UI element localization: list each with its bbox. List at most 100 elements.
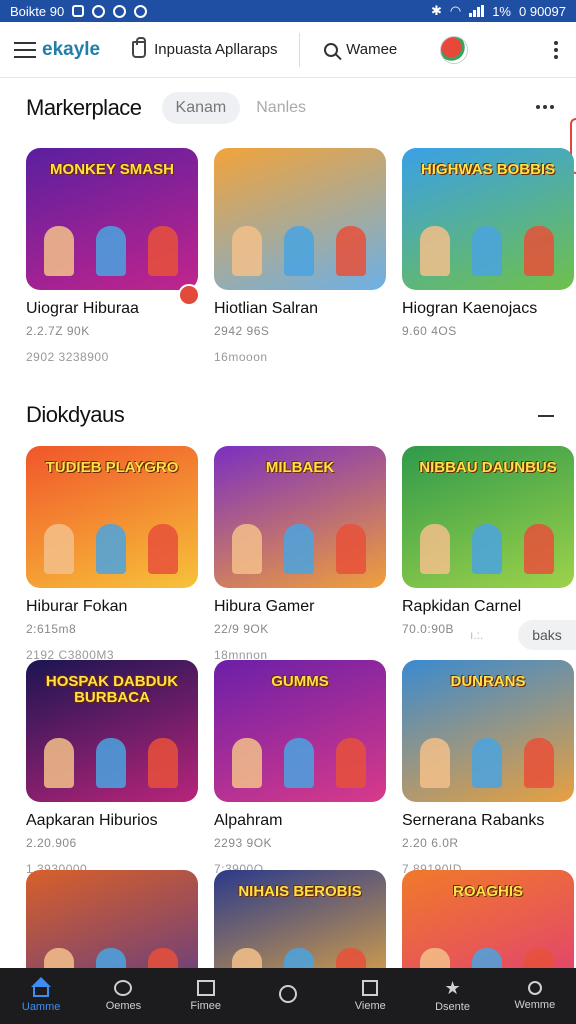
game-downloads: 2902 3238900 — [26, 350, 109, 364]
game-title-art: GUMMS — [271, 673, 329, 690]
character-figure — [232, 738, 262, 788]
section-header: Diokdyaus — [26, 402, 125, 428]
game-name: Hiogran Kaenojacs — [402, 300, 538, 317]
filter-chip[interactable]: Nanles — [256, 99, 306, 117]
search-icon — [324, 42, 339, 57]
nav-label: Uamme — [21, 1001, 61, 1013]
clock-text: 0 90097 — [519, 3, 566, 19]
avatar[interactable] — [440, 35, 469, 64]
game-meta: 2.20 6.0R — [402, 836, 459, 850]
game-card[interactable]: GUMMS Alpahram 2293 9OK 7:3900O — [214, 660, 386, 876]
game-thumbnail: MONKEY SMASH — [26, 148, 198, 290]
games-search[interactable]: Wamee — [324, 41, 420, 58]
game-meta: 2.2.7Z 90K — [26, 324, 90, 338]
faint-text: ı.:. — [470, 628, 484, 642]
character-figure — [284, 226, 314, 276]
game-title-art: MONKEY SMASH — [50, 161, 174, 178]
character-figure — [96, 226, 126, 276]
character-figure — [524, 524, 554, 574]
character-figure — [472, 226, 502, 276]
game-card[interactable]: MONKEY SMASH Uiograr Hiburaa 2.2.7Z 90K 290… — [26, 148, 200, 364]
character-figure — [420, 738, 450, 788]
nav-item-picture[interactable]: Fimee — [165, 968, 247, 1024]
game-title-art: HIGHWAS BOBBIS — [420, 161, 556, 178]
nav-item-star[interactable]: ★ Dsente — [411, 968, 493, 1024]
game-title-art: TUDIEB PLAYGRO — [45, 459, 179, 476]
character-figure — [284, 738, 314, 788]
character-figure — [472, 524, 502, 574]
character-figure — [336, 524, 366, 574]
character-figure — [524, 738, 554, 788]
game-thumbnail: GUMMS — [214, 660, 386, 802]
character-figure — [96, 738, 126, 788]
shopping-bag-icon — [132, 37, 147, 58]
character-figure — [336, 738, 366, 788]
character-figure — [148, 524, 178, 574]
game-thumbnail: HOSPAK DABDUK BURBACA — [26, 660, 198, 802]
game-meta: 2942 96S — [214, 324, 270, 338]
brand-logo[interactable]: ekayle — [42, 39, 100, 61]
game-title-art: NIHAIS BEROBIS — [238, 883, 362, 900]
nav-label: Vieme — [354, 1000, 386, 1012]
game-title-art: DUNRANS — [450, 673, 526, 690]
side-pill-button[interactable]: baks — [518, 620, 576, 650]
section-more-icon[interactable] — [536, 105, 554, 109]
game-name: Aapkaran Hiburios — [26, 812, 158, 829]
wifi-icon: ◠ — [449, 3, 462, 18]
nav-item-chat[interactable]: Oemes — [82, 968, 164, 1024]
game-title-art: HOSPAK DABDUK BURBACA — [45, 673, 179, 706]
filter-chip-active[interactable]: Kanam — [161, 92, 241, 124]
game-card[interactable]: TUDIEB PLAYGRO Hiburar Fokan 2:615m8 2192 C… — [26, 446, 198, 662]
chat-icon — [114, 980, 133, 996]
game-card[interactable]: HOSPAK DABDUK BURBACA Aapkaran Hiburios 2.… — [26, 660, 198, 876]
nav-item-home[interactable]: Uamme — [0, 968, 82, 1024]
character-figure — [44, 524, 74, 574]
game-card[interactable]: HIGHWAS BOBBIS Hiogran Kaenojacs 9.60 4OS — [402, 148, 574, 350]
character-figure — [336, 226, 366, 276]
notification-icon — [134, 4, 148, 18]
signal-icon — [469, 5, 485, 17]
game-name: Sernerana Rabanks — [402, 812, 545, 829]
menu-icon[interactable] — [14, 41, 36, 58]
game-title-art: NIBBAU DAUNBUS — [419, 459, 557, 476]
character-figure — [44, 738, 74, 788]
app-screen: Boikte 90 ✱ ◠ 1% 0 90097 ekayle Inpuasta… — [0, 0, 576, 1024]
nav-label: Wemme — [514, 999, 556, 1011]
game-meta: 2293 9OK — [214, 836, 273, 850]
status-bar: Boikte 90 ✱ ◠ 1% 0 90097 — [0, 0, 576, 22]
character-figure — [472, 738, 502, 788]
game-title-art: ROAGHIS — [452, 883, 523, 900]
game-card[interactable]: DUNRANS Sernerana Rabanks 2.20 6.0R 7 89190… — [402, 660, 574, 876]
star-icon: ★ — [444, 978, 461, 998]
game-meta: 2:615m8 — [26, 622, 77, 636]
battery-text: 1% — [492, 3, 511, 19]
notification-icon — [92, 4, 106, 18]
bluetooth-icon: ✱ — [430, 3, 442, 18]
section-header: Markerplace Kanam Nanles — [26, 92, 306, 124]
nav-item-book[interactable]: Vieme — [329, 968, 411, 1024]
character-figure — [148, 226, 178, 276]
section-title: Diokdyaus — [26, 402, 125, 427]
character-figure — [44, 226, 74, 276]
section-more-icon[interactable] — [538, 415, 554, 417]
book-icon — [362, 980, 379, 996]
badge-icon — [178, 284, 200, 306]
nav-item-disc[interactable] — [247, 968, 329, 1024]
character-figure — [232, 226, 262, 276]
game-card[interactable]: MILBAEK Hibura Gamer 22/9 9OK 18mnnon — [214, 446, 386, 662]
bottom-nav: Uamme Oemes Fimee Vieme ★ Dsente Wemme — [0, 968, 576, 1024]
picture-icon — [196, 980, 215, 996]
more-options-icon[interactable] — [550, 40, 562, 59]
game-card[interactable]: NIBBAU DAUNBUS Rapkidan Carnel 70.0:90B — [402, 446, 574, 648]
home-icon — [31, 977, 52, 997]
disc-icon — [278, 985, 297, 1003]
game-card[interactable]: Hiotlian Salran 2942 96S 16mooon — [214, 148, 386, 364]
nav-label: Fimee — [190, 1000, 221, 1012]
nav-item-search[interactable]: Wemme — [494, 968, 576, 1024]
search-input[interactable]: Inpuasta Apllaraps — [132, 32, 301, 67]
game-name: Hibura Gamer — [214, 598, 315, 615]
game-name: Hiburar Fokan — [26, 598, 128, 615]
game-thumbnail: NIBBAU DAUNBUS — [402, 446, 574, 588]
character-figure — [232, 524, 262, 574]
game-thumbnail: MILBAEK — [214, 446, 386, 588]
